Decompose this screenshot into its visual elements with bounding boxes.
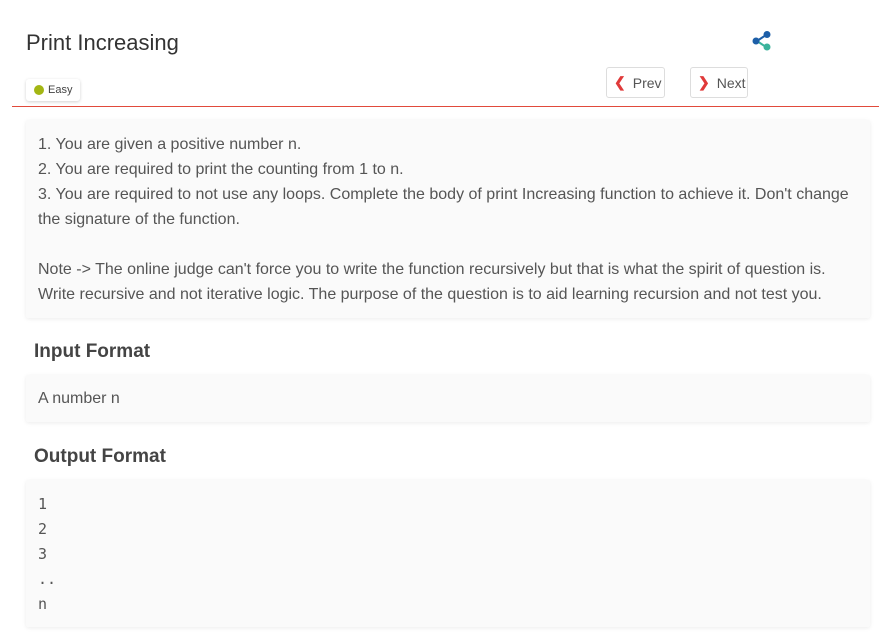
next-button[interactable]: ❯ Next [690, 67, 748, 98]
output-format-box: 1 2 3 .. n [26, 480, 870, 627]
chevron-left-icon: ❮ [614, 74, 626, 90]
page-title: Print Increasing [26, 30, 179, 55]
output-line: n [38, 595, 48, 613]
input-format-box: A number n [26, 375, 870, 422]
description-line: 3. You are required to not use any loops… [38, 186, 849, 228]
next-label: Next [716, 74, 746, 91]
difficulty-badge: Easy [26, 79, 81, 101]
description-line: 2. You are required to print the countin… [38, 161, 404, 178]
input-format-text: A number n [38, 390, 120, 407]
output-line: .. [38, 570, 57, 588]
description-note: Note -> The online judge can't force you… [38, 261, 826, 303]
output-format-heading: Output Format [34, 446, 166, 467]
problem-description: 1. You are given a positive number n. 2.… [26, 120, 870, 318]
header-divider [12, 106, 879, 107]
share-icon[interactable] [751, 30, 773, 52]
difficulty-label: Easy [48, 84, 73, 96]
prev-button[interactable]: ❮ Prev [606, 67, 665, 98]
difficulty-dot-icon [34, 85, 44, 95]
output-line: 2 [38, 520, 48, 538]
output-line: 3 [38, 545, 48, 563]
output-line: 1 [38, 495, 48, 513]
input-format-heading: Input Format [34, 341, 151, 362]
description-line: 1. You are given a positive number n. [38, 136, 302, 153]
prev-label: Prev [632, 74, 662, 91]
chevron-right-icon: ❯ [698, 74, 710, 90]
